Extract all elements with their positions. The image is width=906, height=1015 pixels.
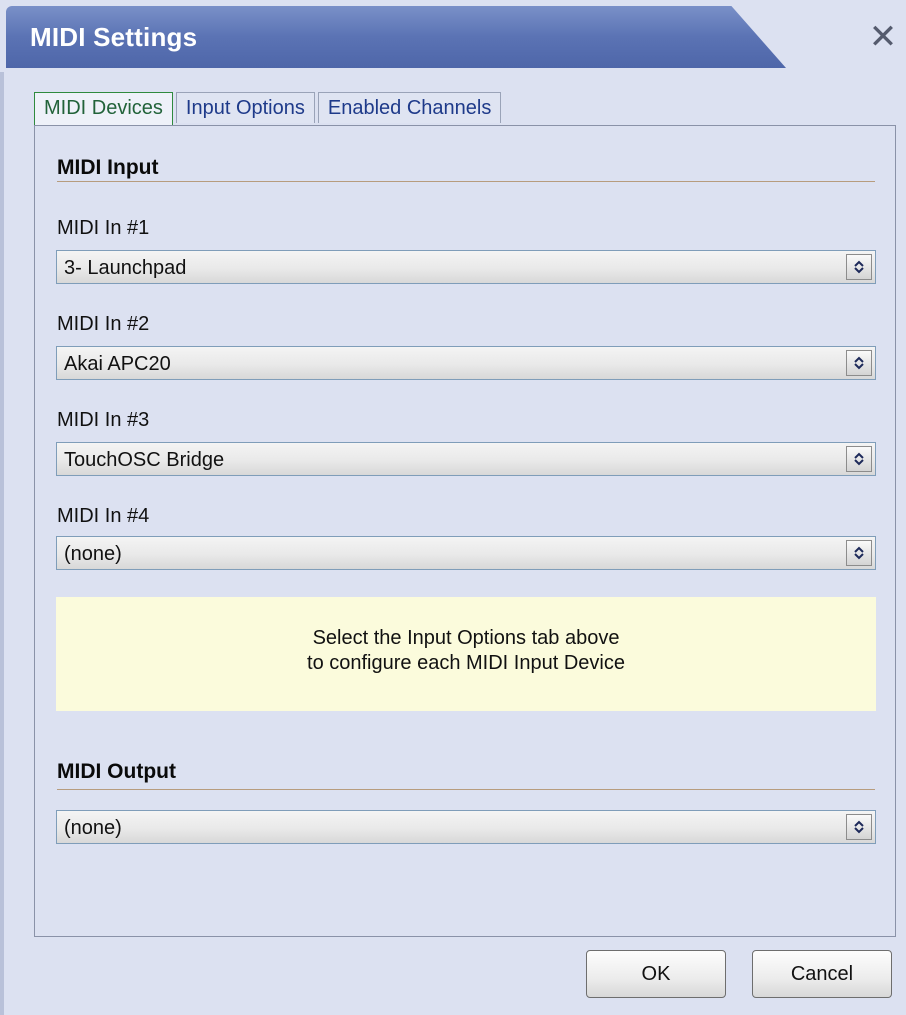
midi-in-2-label: MIDI In #2 bbox=[57, 313, 150, 335]
updown-chevron-icon[interactable] bbox=[846, 446, 872, 472]
window-left-border bbox=[0, 72, 4, 1015]
tab-enabled-channels[interactable]: Enabled Channels bbox=[317, 92, 502, 123]
cancel-button[interactable]: Cancel bbox=[752, 950, 892, 998]
midi-output-value: (none) bbox=[64, 817, 122, 839]
title-bar[interactable]: MIDI Settings ✕ bbox=[0, 0, 906, 72]
midi-in-1-value: 3- Launchpad bbox=[64, 257, 187, 279]
hint-line-1: Select the Input Options tab above bbox=[312, 627, 620, 649]
midi-settings-dialog: MIDI Settings ✕ MIDI Devices Input Optio… bbox=[0, 0, 906, 1015]
updown-chevron-icon[interactable] bbox=[846, 814, 872, 840]
midi-input-heading: MIDI Input bbox=[57, 156, 159, 179]
midi-in-3-label: MIDI In #3 bbox=[57, 409, 150, 431]
midi-output-select[interactable]: (none) bbox=[56, 810, 876, 844]
midi-in-4-select[interactable]: (none) bbox=[56, 536, 876, 570]
hint-line-2: to configure each MIDI Input Device bbox=[307, 652, 625, 674]
midi-in-2-value: Akai APC20 bbox=[64, 353, 171, 375]
midi-input-divider bbox=[57, 181, 875, 182]
midi-in-2-select[interactable]: Akai APC20 bbox=[56, 346, 876, 380]
midi-in-1-label: MIDI In #1 bbox=[57, 217, 150, 239]
close-icon[interactable]: ✕ bbox=[866, 20, 900, 54]
updown-chevron-icon[interactable] bbox=[846, 540, 872, 566]
updown-chevron-icon[interactable] bbox=[846, 350, 872, 376]
window-title: MIDI Settings bbox=[30, 22, 198, 52]
midi-devices-panel: MIDI Input MIDI In #1 3- Launchpad MIDI … bbox=[34, 125, 896, 937]
midi-in-4-value: (none) bbox=[64, 543, 122, 565]
input-options-hint: Select the Input Options tab above to co… bbox=[56, 597, 876, 711]
tab-bar: MIDI Devices Input Options Enabled Chann… bbox=[34, 92, 504, 126]
midi-in-1-select[interactable]: 3- Launchpad bbox=[56, 250, 876, 284]
midi-in-3-value: TouchOSC Bridge bbox=[64, 449, 225, 471]
tab-midi-devices[interactable]: MIDI Devices bbox=[34, 92, 173, 126]
updown-chevron-icon[interactable] bbox=[846, 254, 872, 280]
midi-output-heading: MIDI Output bbox=[57, 760, 176, 783]
midi-output-divider bbox=[57, 789, 875, 790]
tab-input-options[interactable]: Input Options bbox=[175, 92, 315, 123]
midi-in-4-label: MIDI In #4 bbox=[57, 505, 150, 527]
midi-in-3-select[interactable]: TouchOSC Bridge bbox=[56, 442, 876, 476]
ok-button[interactable]: OK bbox=[586, 950, 726, 998]
